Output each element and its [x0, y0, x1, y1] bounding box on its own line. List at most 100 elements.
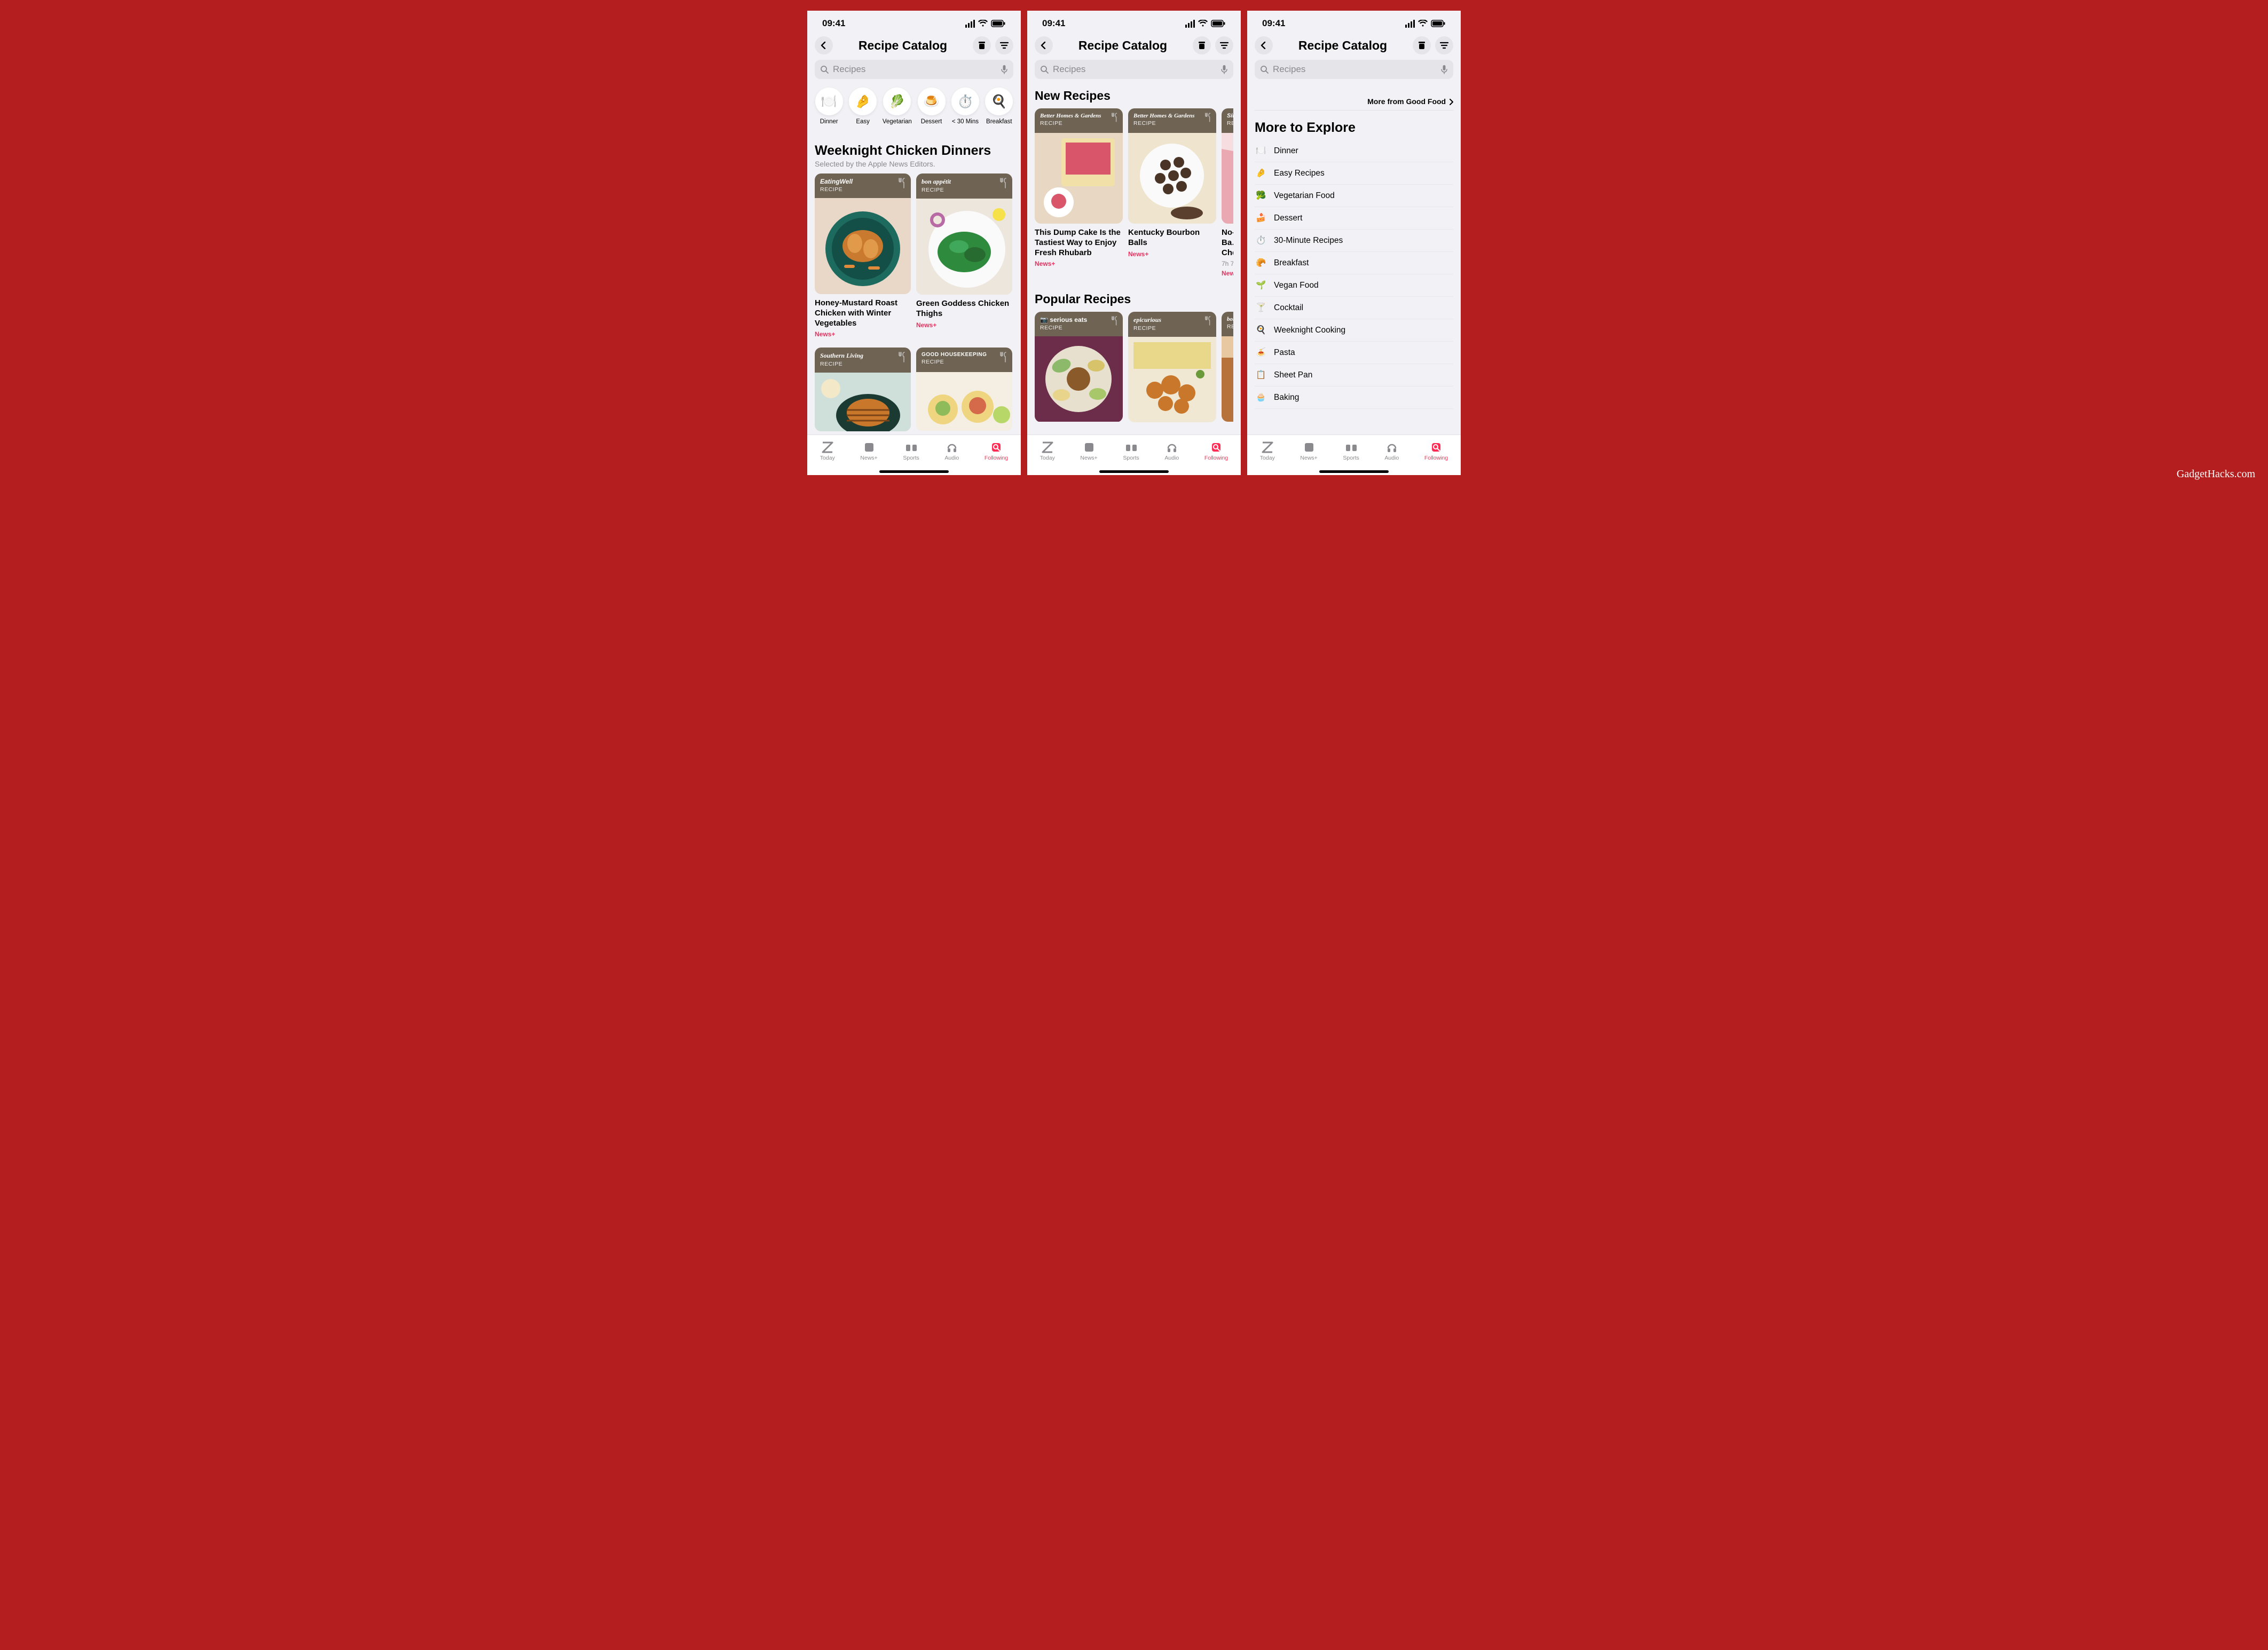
tab-audio[interactable]: Audio	[1164, 441, 1179, 461]
tab-sports[interactable]: Sports	[1123, 441, 1139, 461]
recipe-tag: RECIPE	[1040, 325, 1117, 331]
leaf-icon: 🥬	[883, 88, 911, 115]
explore-label: Weeknight Cooking	[1274, 326, 1345, 335]
croissant-icon: 🥐	[1256, 258, 1266, 268]
explore-item-baking[interactable]: 🧁Baking	[1255, 386, 1453, 409]
recipe-card[interactable]: Southern Living RECIPE	[815, 348, 911, 431]
sports-icon	[905, 441, 918, 454]
utensils-icon	[1111, 316, 1119, 328]
flan-icon: 🍮	[918, 88, 946, 115]
tab-audio[interactable]: Audio	[1384, 441, 1399, 461]
recipe-card[interactable]: GOOD HOUSEKEEPING RECIPE	[916, 348, 1012, 431]
cupcake-icon: 🧁	[1256, 392, 1266, 402]
search-bar[interactable]	[1035, 60, 1233, 79]
explore-item-vegetarian[interactable]: 🥦Vegetarian Food	[1255, 185, 1453, 207]
tab-following[interactable]: Following	[1424, 441, 1448, 461]
recipe-tag: RECIPE	[820, 361, 905, 367]
tab-sports[interactable]: Sports	[903, 441, 919, 461]
section-subtitle: Selected by the Apple News Editors.	[815, 160, 1013, 168]
tab-audio[interactable]: Audio	[944, 441, 959, 461]
explore-item-cocktail[interactable]: 🍸Cocktail	[1255, 297, 1453, 319]
saved-button[interactable]	[973, 36, 991, 54]
tab-newsplus[interactable]: News+	[860, 441, 877, 461]
mic-icon[interactable]	[1440, 65, 1448, 74]
search-input[interactable]	[1053, 64, 1216, 75]
timer-icon: ⏱️	[1256, 235, 1266, 246]
recipe-card-partial[interactable]: bonREC	[1222, 312, 1233, 422]
search-input[interactable]	[833, 64, 996, 75]
seedling-icon: 🌱	[1256, 280, 1266, 290]
tab-sports[interactable]: Sports	[1343, 441, 1359, 461]
publisher-label: Better Homes & Gardens	[1040, 113, 1117, 119]
status-icons	[1185, 20, 1226, 28]
back-button[interactable]	[1035, 36, 1053, 54]
tab-following[interactable]: Following	[985, 441, 1008, 461]
more-from-link[interactable]: More from Good Food	[1255, 84, 1453, 110]
recipe-card[interactable]: Better Homes & GardensRECIPE This Dump C…	[1035, 108, 1123, 277]
utensils-icon	[999, 178, 1008, 191]
newsplus-badge: News	[1222, 270, 1233, 277]
utensils-icon	[1204, 113, 1212, 125]
back-button[interactable]	[815, 36, 833, 54]
explore-item-pasta[interactable]: 🍝Pasta	[1255, 342, 1453, 364]
phone-2: 09:41 Recipe Catalog New Recipes Be	[1027, 11, 1241, 475]
back-button[interactable]	[1255, 36, 1273, 54]
explore-item-dessert[interactable]: 🍰Dessert	[1255, 207, 1453, 230]
popular-recipes-row[interactable]: 📷 serious eatsRECIPE epicuriousRECIPE bo…	[1035, 312, 1233, 422]
explore-item-breakfast[interactable]: 🥐Breakfast	[1255, 252, 1453, 274]
explore-item-vegan[interactable]: 🌱Vegan Food	[1255, 274, 1453, 297]
chip-easy[interactable]: 🤌Easy	[848, 88, 877, 125]
saved-button[interactable]	[1193, 36, 1211, 54]
recipe-card-partial[interactable]: SirREC No-Ba… Chees… 7h 7m News	[1222, 108, 1233, 277]
recipe-card[interactable]: 📷 serious eatsRECIPE	[1035, 312, 1123, 422]
recipe-card[interactable]: bon appétit RECIPE Green Goddess Chicken…	[916, 173, 1012, 338]
chip-breakfast[interactable]: 🍳Breakfast	[985, 88, 1013, 125]
mic-icon[interactable]	[1001, 65, 1008, 74]
search-bar[interactable]	[815, 60, 1013, 79]
tab-today[interactable]: Today	[1260, 441, 1275, 461]
tab-today[interactable]: Today	[1040, 441, 1055, 461]
status-bar: 09:41	[1027, 11, 1241, 36]
battery-icon	[991, 20, 1006, 27]
recipe-card[interactable]: EatingWell RECIPE Honey-Mustard Roast Ch…	[815, 173, 911, 338]
cake-icon: 🍰	[1256, 213, 1266, 223]
recipe-title: No-Ba… Chees…	[1222, 228, 1233, 258]
content-area: 🍽️Dinner 🤌Easy 🥬Vegetarian 🍮Dessert ⏱️< …	[807, 84, 1021, 435]
recipe-card[interactable]: Better Homes & GardensRECIPE Kentucky Bo…	[1128, 108, 1216, 277]
newsplus-badge: News+	[916, 321, 1012, 329]
search-bar[interactable]	[1255, 60, 1453, 79]
sports-icon	[1345, 441, 1358, 454]
explore-item-dinner[interactable]: 🍽️Dinner	[1255, 140, 1453, 162]
new-recipes-row[interactable]: Better Homes & GardensRECIPE This Dump C…	[1035, 108, 1233, 277]
explore-item-weeknight[interactable]: 🍳Weeknight Cooking	[1255, 319, 1453, 342]
filter-button[interactable]	[1435, 36, 1453, 54]
saved-button[interactable]	[1413, 36, 1431, 54]
utensils-icon	[898, 178, 907, 191]
filter-button[interactable]	[995, 36, 1013, 54]
tab-today[interactable]: Today	[820, 441, 835, 461]
phone-3: 09:41 Recipe Catalog More from Good Food…	[1247, 11, 1461, 475]
tab-newsplus[interactable]: News+	[1080, 441, 1097, 461]
explore-label: Dinner	[1274, 146, 1298, 156]
mic-icon[interactable]	[1220, 65, 1228, 74]
search-input[interactable]	[1273, 64, 1436, 75]
tab-bar: Today News+ Sports Audio Following	[1247, 435, 1461, 468]
recipe-card[interactable]: epicuriousRECIPE	[1128, 312, 1216, 422]
chip-dinner[interactable]: 🍽️Dinner	[815, 88, 843, 125]
chip-dessert[interactable]: 🍮Dessert	[917, 88, 946, 125]
explore-item-30min[interactable]: ⏱️30-Minute Recipes	[1255, 230, 1453, 252]
chip-vegetarian[interactable]: 🥬Vegetarian	[883, 88, 912, 125]
explore-item-sheetpan[interactable]: 📋Sheet Pan	[1255, 364, 1453, 386]
explore-item-easy[interactable]: 🤌Easy Recipes	[1255, 162, 1453, 185]
tab-newsplus[interactable]: News+	[1300, 441, 1317, 461]
filter-button[interactable]	[1215, 36, 1233, 54]
recipe-image	[1035, 133, 1123, 224]
status-time: 09:41	[1262, 18, 1285, 29]
chip-30mins[interactable]: ⏱️< 30 Mins	[951, 88, 979, 125]
newsplus-badge: News+	[815, 330, 911, 338]
search-icon	[820, 65, 829, 74]
cellular-icon	[965, 20, 975, 28]
nav-header: Recipe Catalog	[1027, 36, 1241, 58]
tab-following[interactable]: Following	[1204, 441, 1228, 461]
recipe-image	[815, 373, 911, 431]
